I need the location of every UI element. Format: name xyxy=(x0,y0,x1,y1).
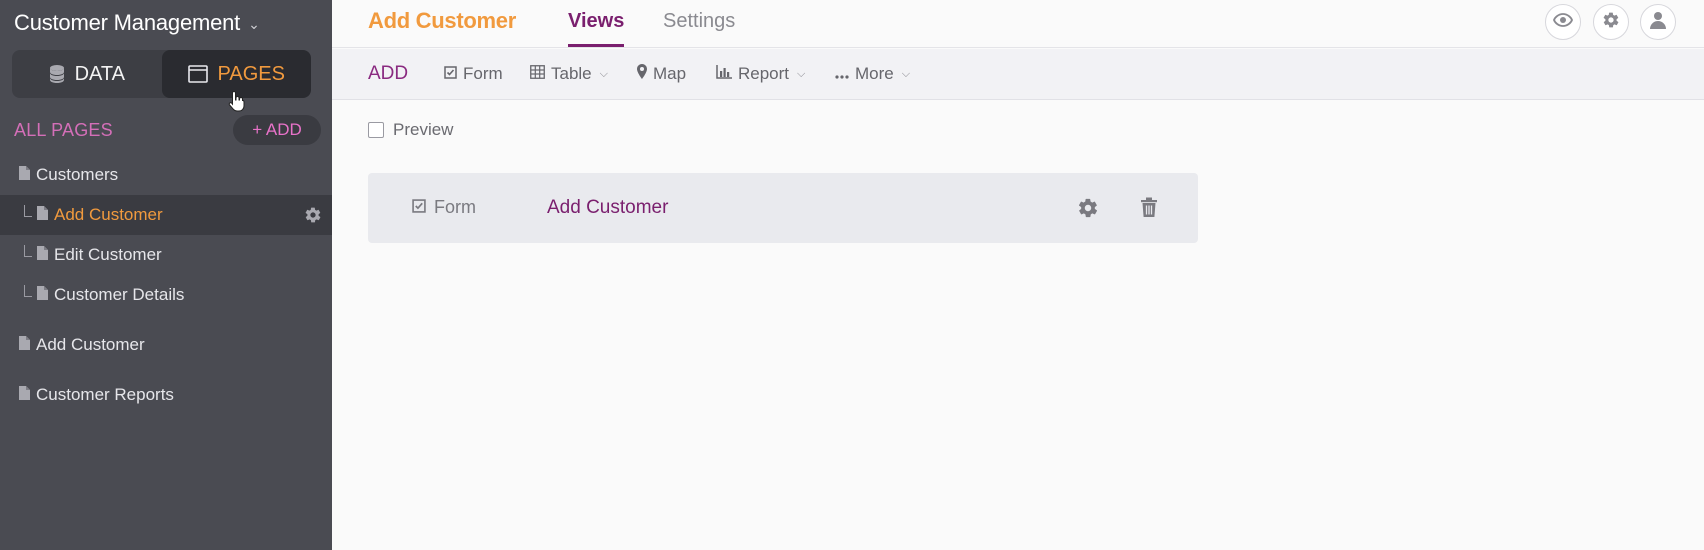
form-label: Form xyxy=(463,64,503,83)
sidebar-item-label: Customer Reports xyxy=(36,385,174,404)
view-type-label: Form xyxy=(434,197,476,217)
sidebar: Customer Management ⌄ DATA PAGES ALL PAG… xyxy=(0,0,332,550)
preview-checkbox[interactable] xyxy=(368,122,384,138)
add-table-dropdown[interactable]: Table ⌵ xyxy=(530,64,608,84)
header: Add Customer Views Settings xyxy=(332,0,1704,48)
sidebar-item-add-customer[interactable]: Add Customer xyxy=(0,195,332,235)
more-label: More xyxy=(855,64,894,83)
document-icon xyxy=(36,205,48,225)
document-icon xyxy=(18,335,30,355)
data-tab[interactable]: DATA xyxy=(12,50,162,98)
tab-settings[interactable]: Settings xyxy=(663,10,735,33)
add-map-button[interactable]: Map xyxy=(637,64,686,84)
chevron-down-icon: ⌵ xyxy=(901,67,911,80)
app-title: Customer Management xyxy=(14,10,241,35)
tab-views[interactable]: Views xyxy=(568,10,625,47)
more-dots-icon xyxy=(835,64,849,84)
view-type: Form xyxy=(412,197,476,218)
chevron-down-icon: ⌄ xyxy=(248,16,260,32)
trash-icon[interactable] xyxy=(1140,197,1158,223)
preview-toggle[interactable]: Preview xyxy=(368,120,453,140)
preview-eye-button[interactable] xyxy=(1545,4,1581,40)
chevron-down-icon: ⌵ xyxy=(599,67,608,80)
sidebar-item-customers[interactable]: Customers xyxy=(0,155,332,195)
map-label: Map xyxy=(653,64,687,83)
document-icon xyxy=(18,385,30,405)
gear-icon[interactable] xyxy=(304,206,322,229)
view-card: Form Add Customer xyxy=(368,173,1198,243)
eye-icon xyxy=(1553,12,1573,32)
tree-connector xyxy=(24,205,32,217)
sidebar-item-customer-reports[interactable]: Customer Reports xyxy=(0,375,332,415)
table-label: Table xyxy=(551,64,592,83)
more-views-dropdown[interactable]: More ⌵ xyxy=(835,64,910,84)
sidebar-item-add-customer-2[interactable]: Add Customer xyxy=(0,325,332,365)
sidebar-item-label: Add Customer xyxy=(36,335,145,354)
tree-connector xyxy=(24,285,32,297)
user-icon xyxy=(1650,11,1666,34)
gear-icon xyxy=(1602,11,1620,34)
pages-tab-label: PAGES xyxy=(217,62,285,85)
map-marker-icon xyxy=(637,64,647,84)
sidebar-item-label: Add Customer xyxy=(54,205,163,224)
sidebar-item-label: Customers xyxy=(36,165,119,184)
document-icon xyxy=(36,245,48,265)
sidebar-item-edit-customer[interactable]: Edit Customer xyxy=(0,235,332,275)
bar-chart-icon xyxy=(716,64,732,84)
add-report-dropdown[interactable]: Report ⌵ xyxy=(716,64,805,84)
checkbox-icon xyxy=(412,197,426,218)
account-button[interactable] xyxy=(1640,4,1676,40)
view-name-link[interactable]: Add Customer xyxy=(547,197,668,219)
table-icon xyxy=(530,64,545,84)
gear-icon[interactable] xyxy=(1077,197,1099,224)
all-pages-heading: ALL PAGES xyxy=(14,120,113,140)
data-tab-label: DATA xyxy=(74,62,125,85)
chevron-down-icon: ⌵ xyxy=(797,67,806,80)
settings-button[interactable] xyxy=(1593,4,1629,40)
database-icon xyxy=(49,64,65,84)
page-title: Add Customer xyxy=(368,8,516,33)
tree-connector xyxy=(24,245,32,257)
add-form-button[interactable]: Form xyxy=(444,64,503,84)
document-icon xyxy=(18,165,30,185)
sidebar-item-customer-details[interactable]: Customer Details xyxy=(0,275,332,315)
window-icon xyxy=(187,65,208,83)
document-icon xyxy=(36,285,48,305)
app-title-dropdown[interactable]: Customer Management ⌄ xyxy=(14,8,260,38)
hand-cursor-icon xyxy=(228,90,246,117)
add-view-label: ADD xyxy=(368,63,409,84)
report-label: Report xyxy=(738,64,790,83)
sidebar-item-label: Edit Customer xyxy=(54,245,162,264)
preview-label: Preview xyxy=(393,120,454,139)
checkbox-icon xyxy=(444,64,457,84)
add-page-button[interactable]: + ADD xyxy=(233,115,321,145)
sidebar-item-label: Customer Details xyxy=(54,285,185,304)
data-pages-switch: DATA PAGES xyxy=(12,50,311,98)
view-toolbar: ADD Form Table ⌵ Map Report ⌵ More ⌵ xyxy=(332,49,1704,100)
